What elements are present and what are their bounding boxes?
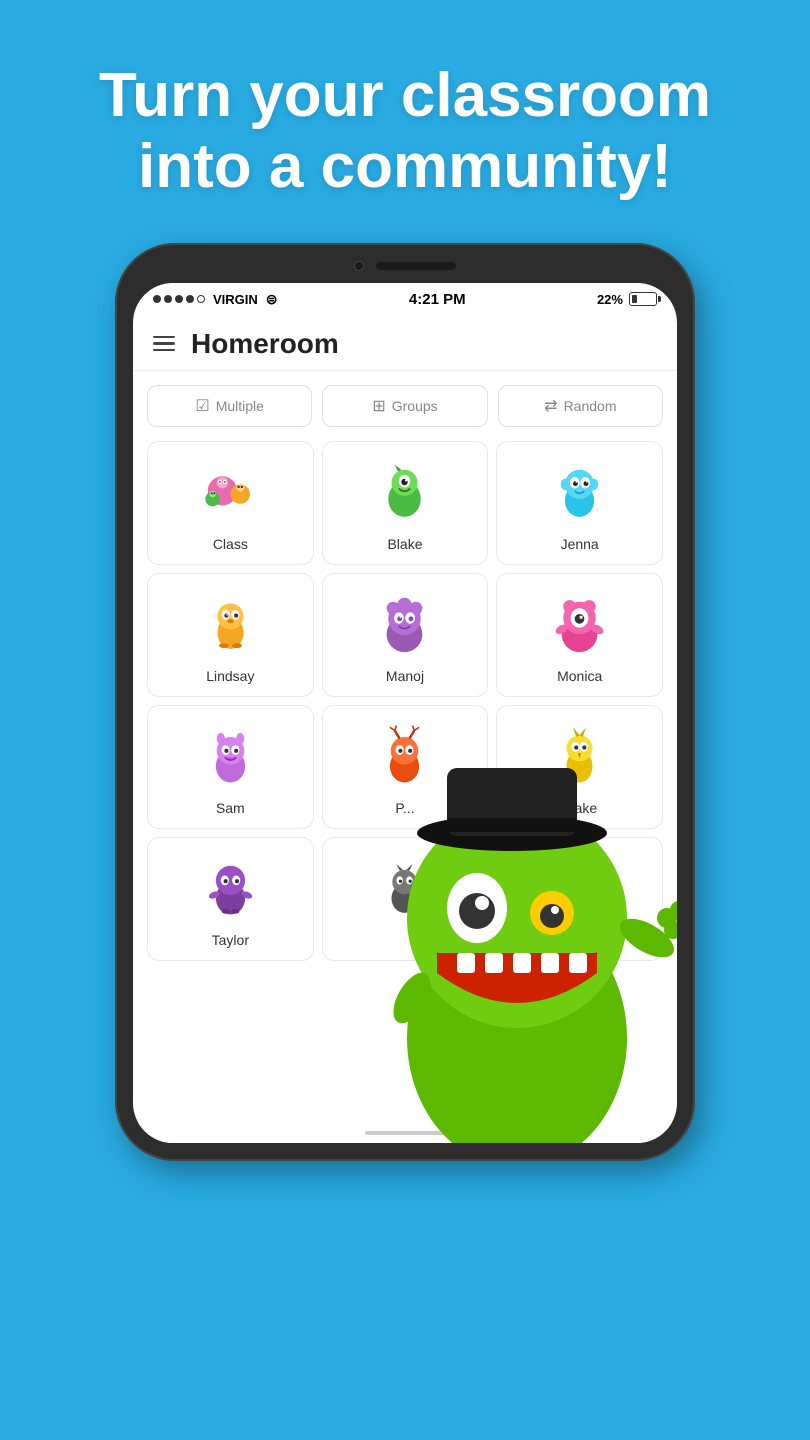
multiple-label: Multiple: [216, 398, 264, 414]
phone-outer: VIRGIN ⊜ 4:21 PM 22% Homeroom: [115, 243, 695, 1161]
student-card-taylor[interactable]: Taylor: [147, 837, 314, 961]
student-card-blake2[interactable]: Blake: [496, 705, 663, 829]
battery-fill: [632, 295, 637, 303]
home-indicator: [133, 1123, 677, 1143]
student-card-blake1[interactable]: Blake: [322, 441, 489, 565]
random-label: Random: [564, 398, 617, 414]
signal-dot-1: [153, 295, 161, 303]
signal-dot-5: [197, 295, 205, 303]
battery-icon: [629, 292, 657, 306]
avatar-monica: [545, 590, 615, 660]
student-card-manoj[interactable]: Manoj: [322, 573, 489, 697]
avatar-extra1: [370, 854, 440, 924]
signal-dot-3: [175, 295, 183, 303]
status-bar: VIRGIN ⊜ 4:21 PM 22%: [133, 283, 677, 316]
groups-icon: ⊞: [372, 396, 385, 416]
earpiece-speaker: [376, 262, 456, 270]
student-name-blake2: Blake: [562, 800, 597, 816]
student-card-jenna[interactable]: Jenna: [496, 441, 663, 565]
hamburger-line-3: [153, 349, 175, 352]
front-camera: [354, 261, 364, 271]
phone-mockup: VIRGIN ⊜ 4:21 PM 22% Homeroom: [0, 243, 810, 1161]
hero-title: Turn your classroom into a community!: [60, 60, 750, 203]
student-name-lindsay: Lindsay: [206, 668, 254, 684]
avatar-p: [370, 722, 440, 792]
student-name-class: Class: [213, 536, 248, 552]
phone-screen: VIRGIN ⊜ 4:21 PM 22% Homeroom: [133, 283, 677, 1143]
student-name-manoj: Manoj: [386, 668, 424, 684]
time-display: 4:21 PM: [409, 291, 466, 308]
menu-button[interactable]: [153, 336, 175, 352]
student-card-monica[interactable]: Monica: [496, 573, 663, 697]
phone-top-bar: [133, 261, 677, 271]
random-icon: ⇄: [544, 396, 557, 416]
app-header: Homeroom: [133, 316, 677, 371]
groups-button[interactable]: ⊞ Groups: [322, 385, 487, 427]
avatar-taylor: [195, 854, 265, 924]
avatar-class: [195, 458, 265, 528]
status-left: VIRGIN ⊜: [153, 291, 278, 308]
carrier-label: VIRGIN: [213, 292, 258, 307]
student-card-sam[interactable]: Sam: [147, 705, 314, 829]
student-card-extra2[interactable]: [496, 837, 663, 961]
student-name-blake1: Blake: [387, 536, 422, 552]
hamburger-line-2: [153, 342, 175, 345]
student-name-taylor: Taylor: [212, 932, 249, 948]
status-right: 22%: [597, 292, 657, 307]
battery-percent: 22%: [597, 292, 623, 307]
app-title: Homeroom: [191, 328, 339, 360]
avatar-sam: [195, 722, 265, 792]
avatar-blake2: [545, 722, 615, 792]
avatar-lindsay: [195, 590, 265, 660]
home-bar: [365, 1131, 445, 1135]
student-name-sam: Sam: [216, 800, 245, 816]
multiple-icon: ☑: [195, 396, 209, 416]
student-card-p[interactable]: P...: [322, 705, 489, 829]
student-name-p: P...: [395, 800, 414, 816]
avatar-manoj: [370, 590, 440, 660]
student-card-extra1[interactable]: [322, 837, 489, 961]
hamburger-line-1: [153, 336, 175, 339]
avatar-blake1: [370, 458, 440, 528]
student-name-monica: Monica: [557, 668, 602, 684]
filter-row: ☑ Multiple ⊞ Groups ⇄ Random: [133, 371, 677, 441]
student-name-jenna: Jenna: [561, 536, 599, 552]
avatar-extra2: [545, 854, 615, 924]
hero-section: Turn your classroom into a community!: [0, 0, 810, 233]
signal-dot-2: [164, 295, 172, 303]
random-button[interactable]: ⇄ Random: [498, 385, 663, 427]
groups-label: Groups: [392, 398, 438, 414]
student-card-lindsay[interactable]: Lindsay: [147, 573, 314, 697]
student-card-class[interactable]: Class: [147, 441, 314, 565]
wifi-icon: ⊜: [266, 291, 278, 308]
signal-dots: [153, 295, 205, 303]
avatar-jenna: [545, 458, 615, 528]
signal-dot-4: [186, 295, 194, 303]
students-grid: Class: [133, 441, 677, 975]
multiple-button[interactable]: ☑ Multiple: [147, 385, 312, 427]
